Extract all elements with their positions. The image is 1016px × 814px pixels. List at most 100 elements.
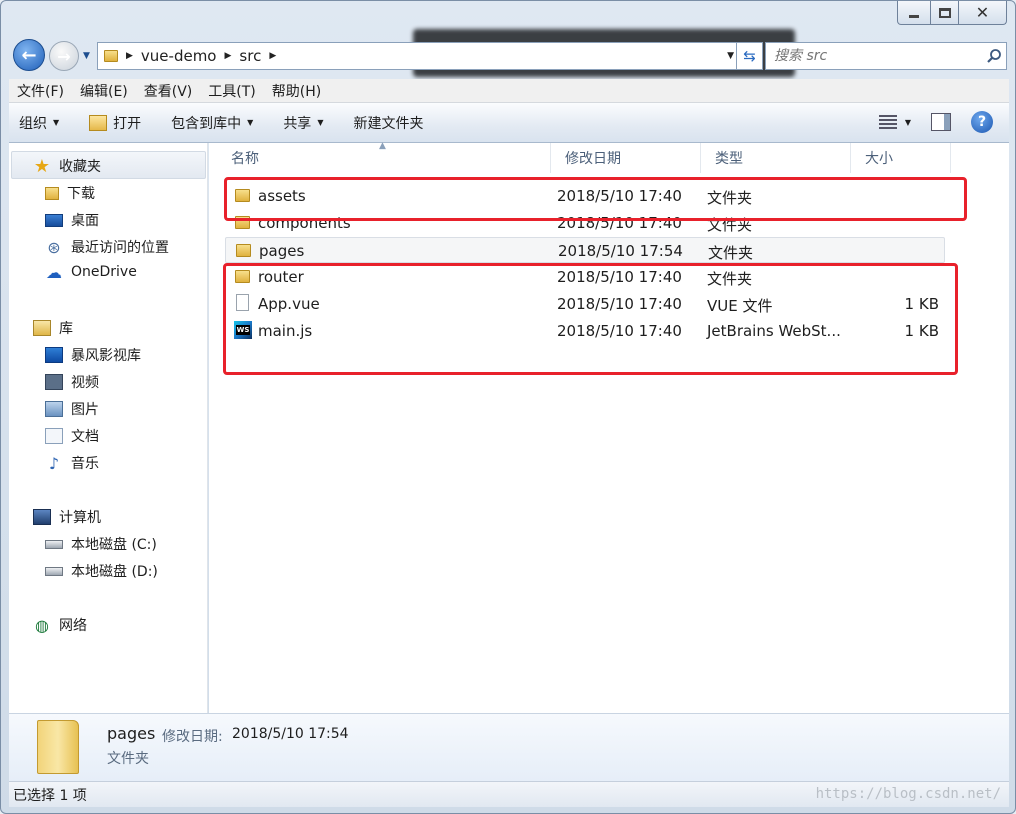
organize-button[interactable]: 组织 ▼ xyxy=(19,113,59,133)
recent-pages-dropdown-icon[interactable]: ▼ xyxy=(83,51,90,61)
open-button[interactable]: 打开 xyxy=(89,113,141,133)
open-label: 打开 xyxy=(113,115,142,132)
recent-places-icon: ⊛ xyxy=(47,237,61,257)
highlight-box-assets xyxy=(224,177,967,221)
breadcrumb-vue-demo[interactable]: vue-demo xyxy=(141,47,217,65)
details-date: 2018/5/10 17:54 xyxy=(232,726,349,742)
watermark: https://blog.csdn.net/ xyxy=(815,786,1001,802)
minimize-button[interactable] xyxy=(897,1,931,25)
disk-icon xyxy=(45,566,63,576)
nav-label: 收藏夹 xyxy=(59,159,101,175)
menu-file[interactable]: 文件(F) xyxy=(17,81,64,101)
column-header-type[interactable]: 类型 xyxy=(701,143,851,173)
menu-edit[interactable]: 编辑(E) xyxy=(80,81,128,101)
details-name: pages xyxy=(107,724,156,743)
nav-network[interactable]: ◍ 网络 xyxy=(33,615,87,635)
nav-disk-c[interactable]: 本地磁盘 (C:) xyxy=(45,534,157,554)
nav-label: 计算机 xyxy=(59,510,101,526)
picture-icon xyxy=(45,401,63,417)
nav-label: 本地磁盘 (C:) xyxy=(71,537,157,553)
details-type: 文件夹 xyxy=(107,751,149,767)
forward-arrow-icon: → xyxy=(57,46,71,66)
nav-baofeng-library[interactable]: 暴风影视库 xyxy=(45,345,141,365)
refresh-icon: ⇆ xyxy=(743,47,756,65)
menu-tools[interactable]: 工具(T) xyxy=(208,81,255,101)
new-folder-button[interactable]: 新建文件夹 xyxy=(353,113,423,133)
nav-libraries[interactable]: 库 xyxy=(33,318,73,338)
nav-computer[interactable]: 计算机 xyxy=(33,507,101,527)
details-view-icon xyxy=(878,115,897,129)
column-header-name[interactable]: 名称 xyxy=(217,143,551,173)
nav-label: 音乐 xyxy=(71,456,99,472)
nav-onedrive[interactable]: ☁ OneDrive xyxy=(45,262,137,282)
nav-label: 图片 xyxy=(71,402,99,418)
maximize-button[interactable] xyxy=(931,1,959,25)
nav-music[interactable]: ♪ 音乐 xyxy=(45,453,99,473)
dropdown-arrow-icon: ▼ xyxy=(904,117,911,127)
address-bar[interactable]: ▶ vue-demo ▶ src ▶ ▼ ⇆ xyxy=(97,42,763,70)
file-date: 2018/5/10 17:54 xyxy=(558,242,683,260)
command-bar: 组织 ▼ 打开 包含到库中 ▼ 共享 ▼ 新建文件夹 ▼ ? xyxy=(9,103,1009,143)
breadcrumb-src[interactable]: src xyxy=(239,47,261,65)
details-date-label: 修改日期: xyxy=(162,729,223,745)
change-view-button[interactable]: ▼ xyxy=(878,115,911,129)
nav-recent-places[interactable]: ⊛ 最近访问的位置 xyxy=(45,237,169,257)
star-icon: ★ xyxy=(33,155,51,177)
search-icon[interactable] xyxy=(982,48,1006,64)
details-pane: pages 修改日期: 2018/5/10 17:54 文件夹 xyxy=(9,713,1009,781)
dropdown-arrow-icon: ▼ xyxy=(53,118,60,127)
preview-pane-icon[interactable] xyxy=(931,113,951,131)
include-in-library-button[interactable]: 包含到库中 ▼ xyxy=(171,113,253,133)
address-row: ← → ▼ ▶ vue-demo ▶ src ▶ ▼ ⇆ xyxy=(9,37,1009,77)
nav-videos[interactable]: 视频 xyxy=(45,372,99,392)
network-icon: ◍ xyxy=(35,615,49,635)
file-row-pages[interactable]: pages 2018/5/10 17:54 文件夹 xyxy=(225,237,945,263)
nav-label: 库 xyxy=(59,321,73,337)
folder-icon xyxy=(236,244,251,257)
folder-icon xyxy=(104,50,118,62)
search-input[interactable] xyxy=(766,48,982,64)
menu-help[interactable]: 帮助(H) xyxy=(272,81,321,101)
menu-view[interactable]: 查看(V) xyxy=(144,81,193,101)
address-dropdown-icon[interactable]: ▼ xyxy=(727,51,734,61)
nav-favorites[interactable]: ★ 收藏夹 xyxy=(33,155,101,177)
close-button[interactable]: ✕ xyxy=(959,1,1007,25)
breadcrumb-separator-icon[interactable]: ▶ xyxy=(126,51,133,61)
share-button[interactable]: 共享 ▼ xyxy=(283,113,323,133)
include-library-label: 包含到库中 xyxy=(171,115,242,132)
menu-bar: 文件(F) 编辑(E) 查看(V) 工具(T) 帮助(H) xyxy=(9,79,1009,103)
nav-desktop[interactable]: 桌面 xyxy=(45,210,99,230)
help-icon[interactable]: ? xyxy=(971,111,993,133)
file-type: 文件夹 xyxy=(708,244,754,262)
back-button[interactable]: ← xyxy=(13,39,45,71)
highlight-box-router-files xyxy=(223,263,958,375)
close-icon: ✕ xyxy=(975,3,990,22)
nav-label: 网络 xyxy=(59,618,87,634)
disk-icon xyxy=(45,539,63,549)
breadcrumb-separator-icon[interactable]: ▶ xyxy=(269,51,276,61)
cloud-icon: ☁ xyxy=(46,262,62,282)
nav-downloads[interactable]: 下载 xyxy=(45,183,95,203)
refresh-button[interactable]: ⇆ xyxy=(736,43,762,69)
nav-disk-d[interactable]: 本地磁盘 (D:) xyxy=(45,561,158,581)
media-library-icon xyxy=(45,347,63,363)
nav-label: 视频 xyxy=(71,375,99,391)
file-list: ▲ 名称 修改日期 类型 大小 assets 2018/5/10 17:40 文… xyxy=(209,141,1009,713)
nav-label: 下载 xyxy=(67,186,95,202)
breadcrumb-separator-icon[interactable]: ▶ xyxy=(225,51,232,61)
dropdown-arrow-icon: ▼ xyxy=(247,118,254,127)
nav-documents[interactable]: 文档 xyxy=(45,426,99,446)
column-header-size[interactable]: 大小 xyxy=(851,143,951,173)
organize-label: 组织 xyxy=(19,115,47,132)
document-icon xyxy=(45,428,63,444)
caption-buttons: ✕ xyxy=(897,1,1007,25)
library-icon xyxy=(33,320,51,336)
nav-label: 最近访问的位置 xyxy=(71,240,169,256)
forward-button[interactable]: → xyxy=(49,41,79,71)
column-header-date[interactable]: 修改日期 xyxy=(551,143,701,173)
file-name: pages xyxy=(259,242,305,260)
dropdown-arrow-icon: ▼ xyxy=(317,118,324,127)
nav-pictures[interactable]: 图片 xyxy=(45,399,99,419)
search-box xyxy=(765,42,1007,70)
nav-label: 桌面 xyxy=(71,213,99,229)
